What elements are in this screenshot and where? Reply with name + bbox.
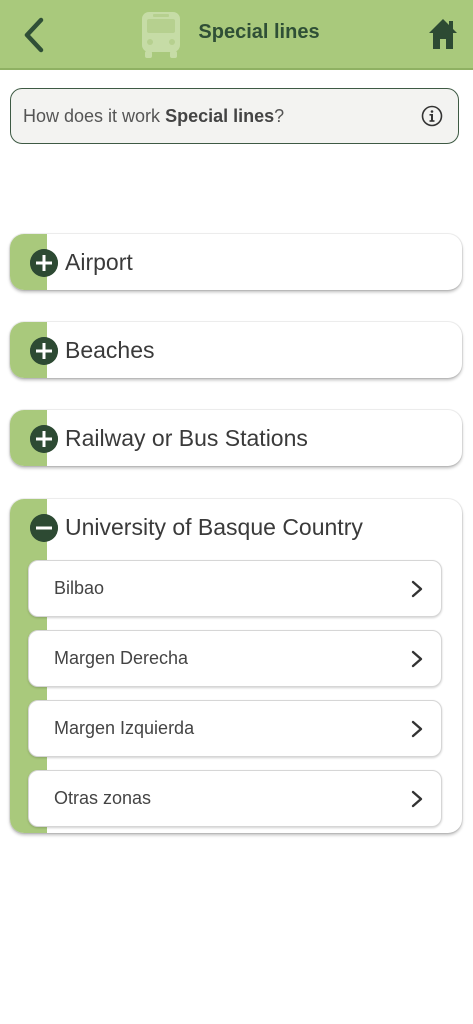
app-header: Special lines (0, 0, 473, 70)
category-header-beaches[interactable]: Beaches (10, 322, 462, 378)
category-header-railway-bus-stations[interactable]: Railway or Bus Stations (10, 410, 462, 466)
chevron-right-icon (411, 790, 423, 808)
back-button[interactable] (14, 14, 54, 56)
plus-circle-icon (30, 425, 58, 453)
category-header-university[interactable]: University of Basque Country (10, 499, 462, 555)
category-header-airport[interactable]: Airport (10, 234, 462, 290)
how-it-works-banner[interactable]: How does it work Special lines? (10, 88, 459, 144)
line-item-margen-izquierda[interactable]: Margen Izquierda (28, 700, 442, 757)
plus-circle-icon (30, 337, 58, 365)
plus-circle-icon (30, 249, 58, 277)
line-item-label: Bilbao (54, 578, 105, 598)
category-railway-bus-stations: Railway or Bus Stations (10, 410, 462, 466)
chevron-right-icon (411, 650, 423, 668)
category-title: University of Basque Country (65, 513, 363, 540)
category-title: Railway or Bus Stations (65, 424, 308, 451)
line-item-otras-zonas[interactable]: Otras zonas (28, 770, 442, 827)
line-item-label: Otras zonas (54, 788, 152, 808)
category-title: Airport (65, 248, 133, 275)
how-it-works-bold: Special lines (165, 105, 275, 126)
line-item-label: Margen Derecha (54, 648, 189, 668)
page-title: Special lines (198, 20, 320, 43)
minus-circle-icon (30, 514, 58, 542)
info-icon[interactable] (421, 105, 443, 127)
line-item-label: Margen Izquierda (54, 718, 195, 738)
chevron-right-icon (411, 720, 423, 738)
line-item-margen-derecha[interactable]: Margen Derecha (28, 630, 442, 687)
chevron-left-icon (24, 17, 44, 53)
home-icon (429, 19, 457, 49)
how-it-works-prefix: How does it work (23, 105, 166, 126)
category-title: Beaches (65, 336, 155, 363)
how-it-works-suffix: ? (274, 105, 285, 126)
home-button[interactable] (427, 17, 459, 51)
category-university-basque-country: University of Basque Country Bilbao Marg… (10, 499, 462, 833)
category-airport: Airport (10, 234, 462, 290)
category-beaches: Beaches (10, 322, 462, 378)
line-item-bilbao[interactable]: Bilbao (28, 560, 442, 617)
chevron-right-icon (411, 580, 423, 598)
